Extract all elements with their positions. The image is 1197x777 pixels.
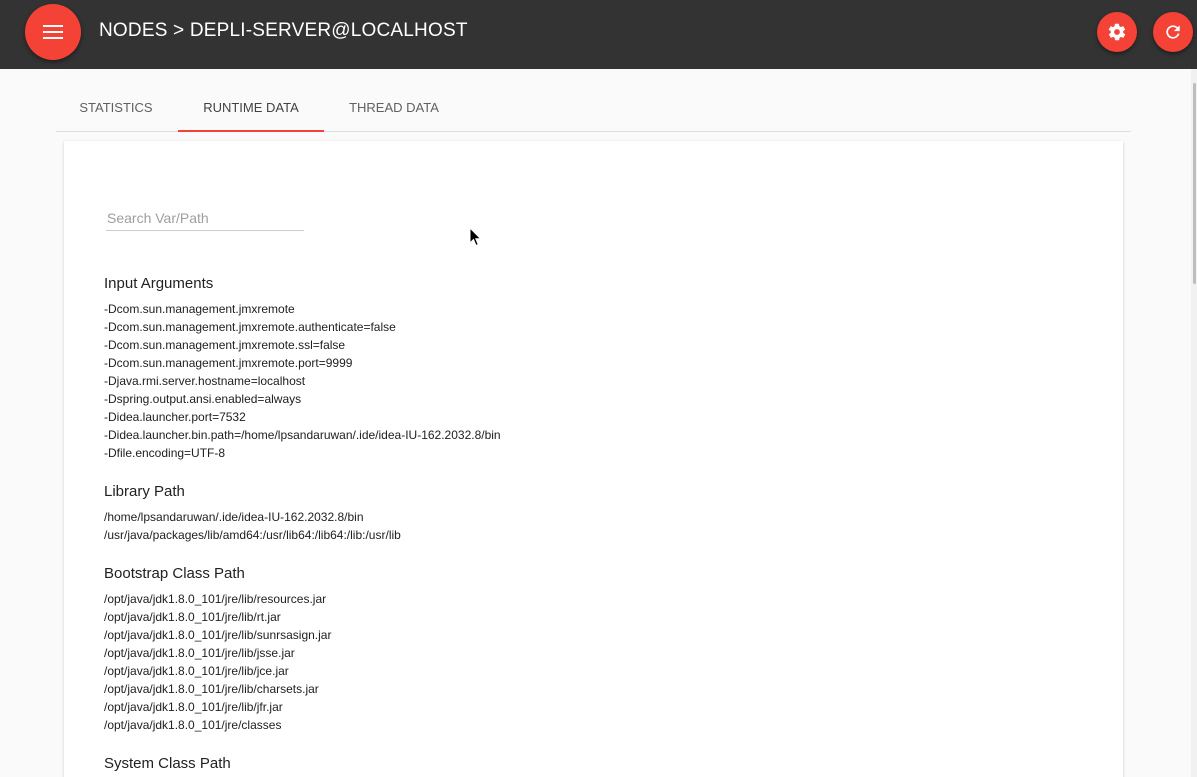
- tab-statistics[interactable]: STATISTICS: [56, 83, 176, 132]
- scrollbar-thumb[interactable]: [1193, 83, 1196, 284]
- menu-button[interactable]: [25, 4, 81, 60]
- list-item: /home/lpsandaruwan/.ide/idea-IU-162.2032…: [104, 510, 364, 524]
- list-item: /opt/java/jdk1.8.0_101/jre/lib/charsets.…: [104, 682, 319, 696]
- list-item: /usr/java/packages/lib/amd64:/usr/lib64:…: [104, 528, 401, 542]
- list-item: -Dspring.output.ansi.enabled=always: [104, 392, 302, 406]
- library-path-list: /home/lpsandaruwan/.ide/idea-IU-162.2032…: [104, 508, 401, 544]
- list-item: -Didea.launcher.bin.path=/home/lpsandaru…: [104, 428, 501, 442]
- list-item: /opt/java/jdk1.8.0_101/jre/lib/resources…: [104, 592, 327, 606]
- list-item: -Djava.rmi.server.hostname=localhost: [104, 374, 306, 388]
- menu-icon: [43, 25, 63, 39]
- refresh-button[interactable]: [1153, 12, 1193, 52]
- section-title-library-path: Library Path: [104, 483, 185, 500]
- bootstrap-class-path-list: /opt/java/jdk1.8.0_101/jre/lib/resources…: [104, 590, 331, 734]
- section-title-system-class-path: System Class Path: [104, 755, 231, 772]
- list-item: -Dcom.sun.management.jmxremote.port=9999: [104, 356, 353, 370]
- list-item: -Dfile.encoding=UTF-8: [104, 446, 226, 460]
- list-item: /opt/java/jdk1.8.0_101/jre/lib/jsse.jar: [104, 646, 295, 660]
- tab-thread-data[interactable]: THREAD DATA: [326, 83, 462, 132]
- section-title-input-arguments: Input Arguments: [104, 275, 214, 292]
- list-item: -Dcom.sun.management.jmxremote: [104, 302, 295, 316]
- tab-runtime-data[interactable]: RUNTIME DATA: [178, 83, 324, 132]
- list-item: /opt/java/jdk1.8.0_101/jre/lib/sunrsasig…: [104, 628, 332, 642]
- settings-button[interactable]: [1097, 12, 1137, 52]
- input-arguments-list: -Dcom.sun.management.jmxremote -Dcom.sun…: [104, 300, 501, 462]
- gear-icon: [1108, 23, 1126, 41]
- list-item: /opt/java/jdk1.8.0_101/jre/lib/jce.jar: [104, 664, 289, 678]
- list-item: /opt/java/jdk1.8.0_101/jre/lib/rt.jar: [104, 610, 281, 624]
- mouse-cursor-icon: [469, 227, 482, 247]
- list-item: /opt/java/jdk1.8.0_101/jre/classes: [104, 718, 282, 732]
- page-title: NODES > DEPLI-SERVER@LOCALHOST: [99, 20, 468, 41]
- tab-bar: STATISTICS RUNTIME DATA THREAD DATA: [56, 83, 1131, 132]
- list-item: -Dcom.sun.management.jmxremote.authentic…: [104, 320, 396, 334]
- refresh-icon: [1166, 25, 1180, 39]
- list-item: /opt/java/jdk1.8.0_101/jre/lib/jfr.jar: [104, 700, 283, 714]
- list-item: -Dcom.sun.management.jmxremote.ssl=false: [104, 338, 346, 352]
- list-item: -Didea.launcher.port=7532: [104, 410, 246, 424]
- search-input[interactable]: [106, 206, 304, 231]
- section-title-bootstrap-class-path: Bootstrap Class Path: [104, 565, 245, 582]
- top-app-bar: NODES > DEPLI-SERVER@LOCALHOST: [0, 0, 1197, 69]
